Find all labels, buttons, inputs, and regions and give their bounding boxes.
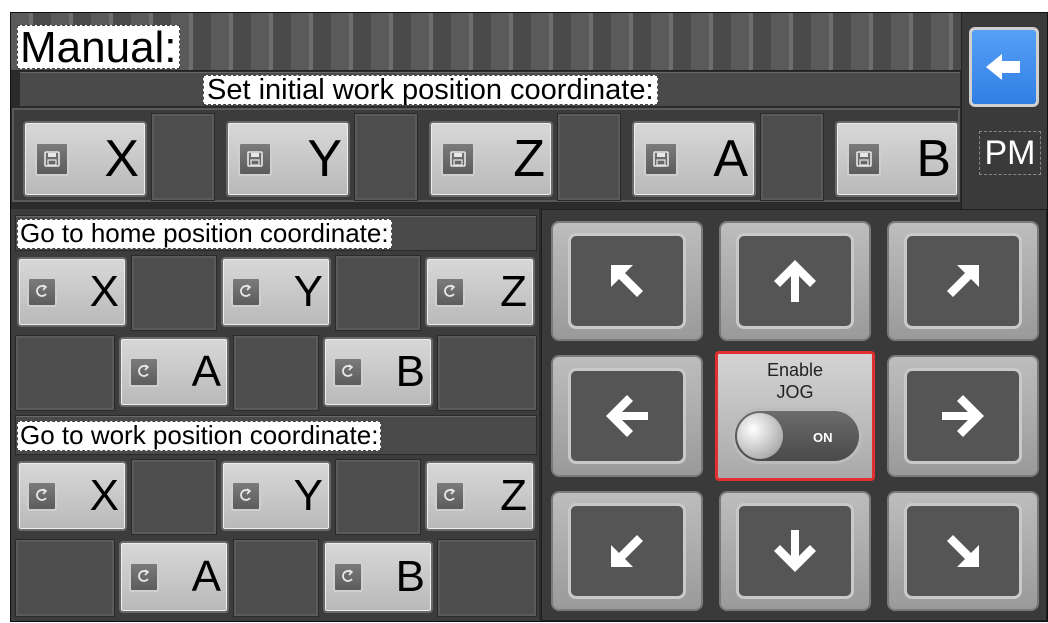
spacer-cell: [760, 113, 824, 201]
jog-down-left-button[interactable]: [551, 491, 703, 611]
spacer-cell: [151, 113, 215, 201]
spacer-cell: [233, 335, 319, 411]
return-arrow-icon: [435, 277, 465, 307]
arrow-right-icon: [942, 395, 984, 437]
toggle-knob: [737, 413, 783, 459]
home-b-button[interactable]: B: [323, 337, 433, 407]
jog-up-left-button[interactable]: [551, 221, 703, 341]
save-x-button[interactable]: X: [23, 121, 147, 197]
return-arrow-icon: [231, 277, 261, 307]
jog-down-button[interactable]: [719, 491, 871, 611]
save-z-button[interactable]: Z: [429, 121, 553, 197]
spacer-cell: [557, 113, 621, 201]
back-arrow-icon: [986, 54, 1020, 80]
work-x-button[interactable]: X: [17, 461, 127, 531]
enable-jog-line1: Enable: [766, 360, 824, 380]
home-a-button[interactable]: A: [119, 337, 229, 407]
home-z-button[interactable]: Z: [425, 257, 535, 327]
home-label: Go to home position coordinate:: [17, 219, 392, 249]
save-y-label: Y: [307, 130, 342, 188]
enable-jog-line2: JOG: [776, 382, 814, 402]
enable-jog-toggle[interactable]: ON: [732, 408, 862, 464]
work-x-label: X: [89, 471, 119, 520]
work-y-label: Y: [293, 471, 323, 520]
jog-right-button[interactable]: [887, 355, 1039, 477]
work-label: Go to work position coordinate:: [17, 421, 382, 451]
arrow-left-icon: [606, 395, 648, 437]
save-y-button[interactable]: Y: [226, 121, 350, 197]
return-arrow-icon: [435, 481, 465, 511]
save-z-label: Z: [513, 130, 545, 188]
back-button[interactable]: [969, 27, 1039, 107]
arrow-up-left-icon: [611, 265, 643, 297]
save-x-label: X: [104, 130, 139, 188]
spacer-cell: [437, 335, 537, 411]
set-initial-label: Set initial work position coordinate:: [203, 75, 658, 105]
toggle-state-label: ON: [813, 430, 833, 445]
jog-down-right-button[interactable]: [887, 491, 1039, 611]
spacer-cell: [233, 539, 319, 617]
save-a-button[interactable]: A: [632, 121, 756, 197]
spacer-cell: [437, 539, 537, 617]
floppy-disk-icon: [847, 142, 881, 176]
enable-jog-panel: Enable JOG ON: [715, 351, 875, 481]
manual-panel: Manual: Set initial work position coordi…: [10, 12, 1048, 622]
pm-indicator[interactable]: PM: [979, 131, 1041, 175]
return-arrow-icon: [231, 481, 261, 511]
home-x-label: X: [89, 267, 119, 316]
spacer-cell: [131, 459, 217, 535]
floppy-disk-icon: [35, 142, 69, 176]
spacer-cell: [131, 255, 217, 331]
work-z-label: Z: [500, 471, 527, 520]
manual-title: Manual:: [17, 25, 180, 70]
arrow-down-left-icon: [611, 535, 643, 567]
floppy-disk-icon: [238, 142, 272, 176]
arrow-up-right-icon: [947, 265, 979, 297]
return-arrow-icon: [27, 481, 57, 511]
spacer-cell: [354, 113, 418, 201]
work-a-button[interactable]: A: [119, 541, 229, 613]
arrow-up-icon: [774, 260, 816, 302]
home-y-label: Y: [293, 267, 323, 316]
home-y-button[interactable]: Y: [221, 257, 331, 327]
spacer-cell: [335, 459, 421, 535]
work-z-button[interactable]: Z: [425, 461, 535, 531]
spacer-cell: [15, 335, 115, 411]
spacer-cell: [335, 255, 421, 331]
return-arrow-icon: [27, 277, 57, 307]
arrow-down-right-icon: [947, 535, 979, 567]
jog-up-right-button[interactable]: [887, 221, 1039, 341]
work-y-button[interactable]: Y: [221, 461, 331, 531]
save-b-label: B: [916, 130, 951, 188]
spacer-cell: [15, 539, 115, 617]
save-a-label: A: [713, 130, 748, 188]
work-b-label: B: [395, 552, 425, 601]
home-b-label: B: [395, 347, 425, 396]
return-arrow-icon: [333, 357, 363, 387]
work-b-button[interactable]: B: [323, 541, 433, 613]
home-x-button[interactable]: X: [17, 257, 127, 327]
pm-label: PM: [984, 133, 1036, 172]
return-arrow-icon: [129, 562, 159, 592]
floppy-disk-icon: [644, 142, 678, 176]
work-a-label: A: [191, 552, 221, 601]
floppy-disk-icon: [441, 142, 475, 176]
save-b-button[interactable]: B: [835, 121, 959, 197]
jog-left-button[interactable]: [551, 355, 703, 477]
jog-up-button[interactable]: [719, 221, 871, 341]
return-arrow-icon: [333, 562, 363, 592]
return-arrow-icon: [129, 357, 159, 387]
home-z-label: Z: [500, 267, 527, 316]
arrow-down-icon: [774, 530, 816, 572]
home-a-label: A: [191, 347, 221, 396]
